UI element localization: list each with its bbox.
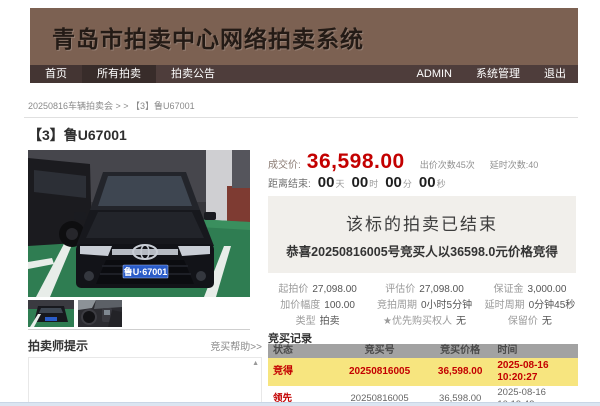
auctioneer-tips-title: 拍卖师提示: [28, 337, 88, 354]
scroll-up-icon[interactable]: ▲: [252, 360, 259, 368]
nav-all-auctions[interactable]: 所有拍卖: [82, 65, 156, 83]
bid-help-link[interactable]: 竞买帮助>>: [210, 338, 262, 353]
site-banner: 青岛市拍卖中心网络拍卖系统: [30, 8, 578, 65]
site-title: 青岛市拍卖中心网络拍卖系统: [52, 20, 364, 54]
countdown-hours-unit: 时: [369, 177, 378, 190]
header-status: 状态: [268, 344, 336, 358]
countdown-hours: 00: [351, 174, 368, 191]
delay-count: 延时次数:40: [490, 158, 539, 171]
nav-spacer: [230, 65, 405, 83]
auction-page: 青岛市拍卖中心网络拍卖系统 首页 所有拍卖 拍卖公告 ADMIN 系统管理 退出…: [0, 0, 600, 406]
thumbnail-car-front[interactable]: [28, 300, 74, 327]
final-price-value: 36,598.00: [307, 150, 405, 174]
countdown-days: 00: [318, 174, 335, 191]
breadcrumb[interactable]: 20250816车辆拍卖会 > > 【3】鲁U67001: [28, 99, 195, 112]
header-bidder: 竞买号: [336, 344, 423, 358]
car-photo: 鲁U·67001: [28, 150, 250, 297]
detail-type: 类型拍卖: [268, 312, 367, 328]
detail-appraisal-price: 评估价27,098.00: [367, 280, 482, 296]
detail-deposit: 保证金3,000.00: [482, 280, 578, 296]
bid-records-title: 竞买记录: [268, 330, 578, 343]
countdown-minutes-unit: 分: [403, 177, 412, 190]
main-nav: 首页 所有拍卖 拍卖公告 ADMIN 系统管理 退出: [30, 65, 578, 83]
bid-bidder: 20250816005: [336, 366, 423, 378]
countdown-label: 距离结束:: [268, 175, 311, 190]
bottom-strip: [0, 402, 600, 406]
detail-increment: 加价幅度100.00: [268, 296, 367, 312]
nav-home[interactable]: 首页: [30, 65, 82, 83]
right-column: 成交价: 36,598.00 出价次数45次 延时次数:40 距离结束: 00 …: [268, 150, 578, 406]
countdown-seconds: 00: [419, 174, 436, 191]
thumbnail-car-interior[interactable]: [78, 300, 122, 327]
thumbnail-strip: [28, 300, 262, 327]
auctioneer-tips-box: ▲: [28, 357, 262, 403]
countdown-minutes: 00: [385, 174, 402, 191]
auctioneer-tips-header: 拍卖师提示 竞买帮助>>: [28, 337, 262, 354]
nav-auction-notice[interactable]: 拍卖公告: [156, 65, 230, 83]
detail-reserve-price: 保留价无: [482, 312, 578, 328]
left-column: 鲁U·67001: [28, 150, 262, 406]
auction-ended-box: 该标的拍卖已结束 恭喜20250816005号竞买人以36598.0元价格竞得: [268, 196, 576, 273]
lot-details: 起拍价27,098.00 评估价27,098.00 保证金3,000.00 加价…: [268, 280, 578, 328]
content-columns: 鲁U·67001: [28, 150, 578, 406]
final-price-label: 成交价:: [268, 156, 301, 171]
winner-announcement: 恭喜20250816005号竞买人以36598.0元价格竞得: [286, 241, 558, 260]
nav-logout[interactable]: 退出: [532, 65, 578, 83]
countdown-row: 距离结束: 00 天 00 时 00 分 00 秒: [268, 174, 578, 192]
nav-system-management[interactable]: 系统管理: [464, 65, 532, 83]
thumbnail-divider: [28, 329, 250, 330]
detail-auction-period: 竞拍周期0小时5分钟: [367, 296, 482, 312]
detail-delay-period: 延时周期0分钟45秒: [482, 296, 578, 312]
detail-start-price: 起拍价27,098.00: [268, 280, 367, 296]
detail-priority-buyer: ★优先购买权人无: [367, 312, 482, 328]
header-time: 时间: [497, 344, 578, 358]
auction-ended-text: 该标的拍卖已结束: [346, 210, 498, 235]
bid-time: 2025-08-16 10:20:27: [497, 360, 578, 384]
final-price-row: 成交价: 36,598.00 出价次数45次 延时次数:40: [268, 150, 578, 172]
bid-row-winner: 竞得 20250816005 36,598.00 2025-08-16 10:2…: [268, 358, 578, 387]
nav-admin-user[interactable]: ADMIN: [405, 65, 464, 83]
countdown-seconds-unit: 秒: [437, 177, 446, 190]
bid-records-table: 状态 竞买号 竞买价格 时间 竞得 20250816005 36,598.00 …: [268, 344, 578, 406]
license-plate-text: 鲁U·67001: [124, 266, 168, 277]
countdown-days-unit: 天: [335, 177, 344, 190]
bid-status: 竞得: [268, 366, 336, 378]
bid-count: 出价次数45次: [420, 158, 475, 171]
page-title: 【3】鲁U67001: [28, 125, 127, 145]
bid-price: 36,598.00: [423, 366, 497, 378]
header-price: 竞买价格: [423, 344, 497, 358]
divider: [24, 117, 578, 118]
bid-table-header: 状态 竞买号 竞买价格 时间: [268, 344, 578, 358]
